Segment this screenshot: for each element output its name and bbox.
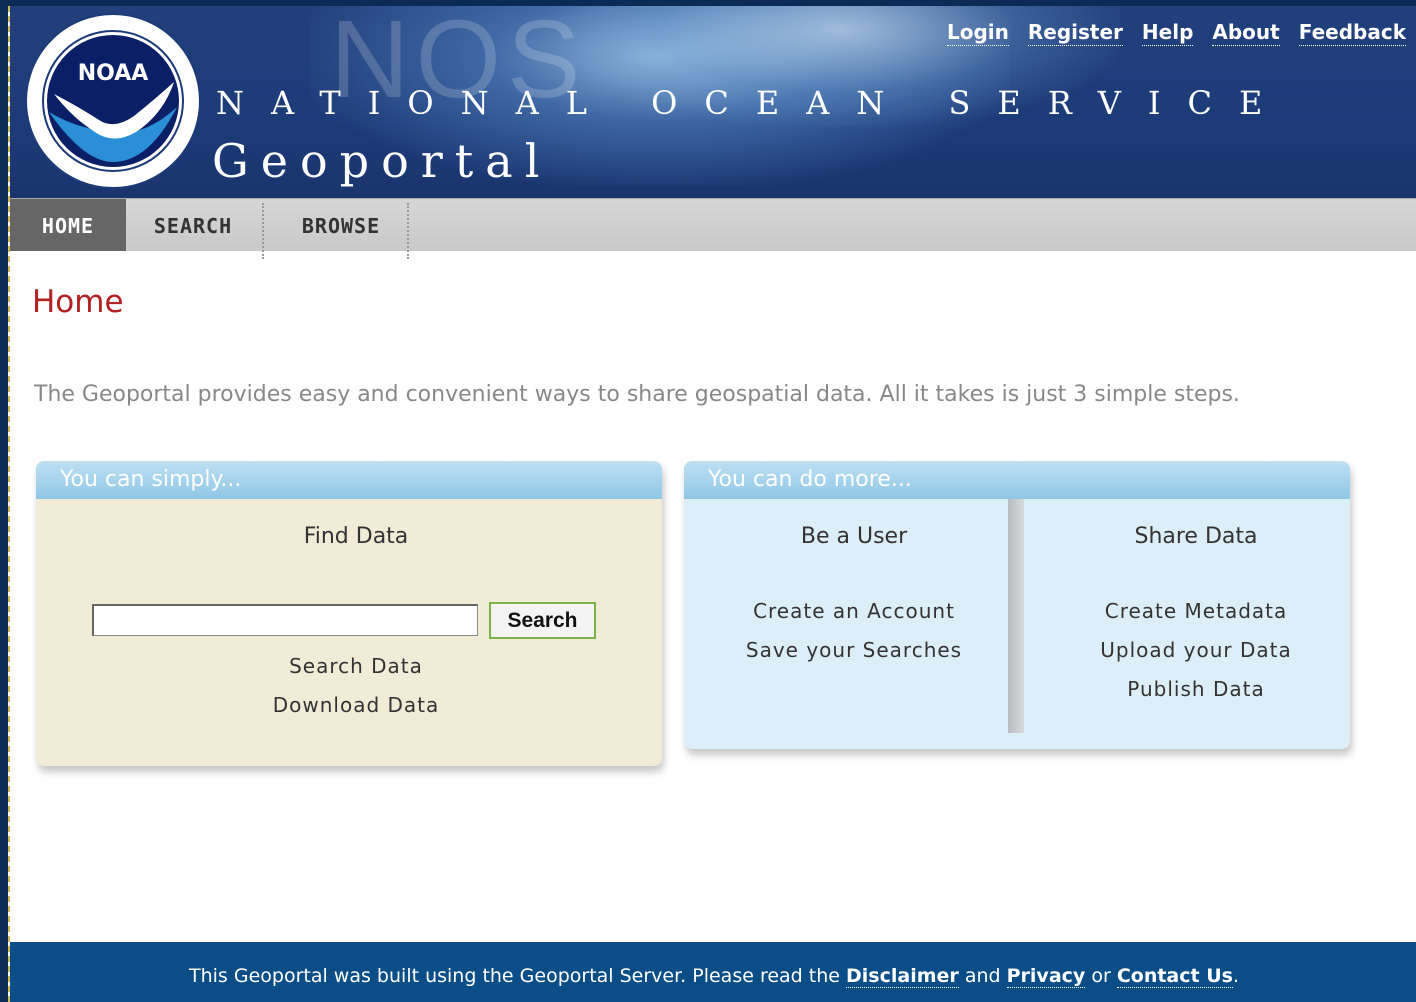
footer-and: and (964, 965, 1001, 987)
site-footer: This Geoportal was built using the Geopo… (10, 942, 1416, 1002)
intro-text: The Geoportal provides easy and convenie… (34, 382, 1240, 407)
privacy-link[interactable]: Privacy (1006, 965, 1086, 988)
find-data-panel: You can simply... Find Data Search Searc… (36, 461, 662, 766)
login-link[interactable]: Login (946, 20, 1009, 46)
save-searches-link[interactable]: Save your Searches (684, 638, 1024, 662)
find-data-title: Find Data (303, 524, 409, 549)
tab-home[interactable]: HOME (10, 199, 126, 251)
upload-data-link[interactable]: Upload your Data (1024, 638, 1350, 662)
be-a-user-title: Be a User (800, 524, 908, 549)
download-data-link[interactable]: Download Data (36, 693, 662, 717)
portal-title: Geoportal (212, 134, 552, 188)
noaa-logo-icon[interactable]: NOAA (24, 12, 202, 190)
search-data-link[interactable]: Search Data (36, 654, 662, 678)
about-link[interactable]: About (1212, 20, 1280, 46)
service-title: NATIONAL OCEAN SERVICE (216, 84, 1290, 122)
panel-heading: You can do more... (684, 461, 1350, 499)
create-account-link[interactable]: Create an Account (684, 599, 1024, 623)
footer-text: This Geoportal was built using the Geopo… (189, 965, 840, 987)
top-links: Login Register Help About Feedback (946, 20, 1406, 46)
noaa-logo-text: NOAA (78, 61, 149, 86)
site-banner: NOS NOAA NATIONAL OCEAN SERVICE Geoporta… (10, 6, 1416, 198)
feedback-link[interactable]: Feedback (1298, 20, 1406, 46)
tab-browse[interactable]: BROWSE (274, 199, 408, 251)
search-input[interactable] (92, 604, 478, 636)
disclaimer-link[interactable]: Disclaimer (846, 965, 959, 988)
footer-or: or (1091, 965, 1111, 987)
help-link[interactable]: Help (1141, 20, 1194, 46)
share-data-title: Share Data (1134, 524, 1258, 549)
register-link[interactable]: Register (1027, 20, 1123, 46)
nav-separator (262, 203, 264, 259)
tab-search[interactable]: SEARCH (136, 199, 250, 251)
create-metadata-link[interactable]: Create Metadata (1024, 599, 1350, 623)
publish-data-link[interactable]: Publish Data (1024, 677, 1350, 701)
browser-page: NOS NOAA NATIONAL OCEAN SERVICE Geoporta… (8, 6, 1416, 1002)
footer-period: . (1232, 965, 1239, 987)
do-more-panel: You can do more... Be a User Create an A… (684, 461, 1350, 749)
panel-heading: You can simply... (36, 461, 662, 499)
page-title: Home (32, 284, 124, 320)
main-nav: HOME SEARCH BROWSE (10, 198, 1416, 259)
search-button[interactable]: Search (489, 602, 596, 639)
contact-us-link[interactable]: Contact Us (1116, 965, 1233, 988)
nav-separator (407, 203, 409, 259)
